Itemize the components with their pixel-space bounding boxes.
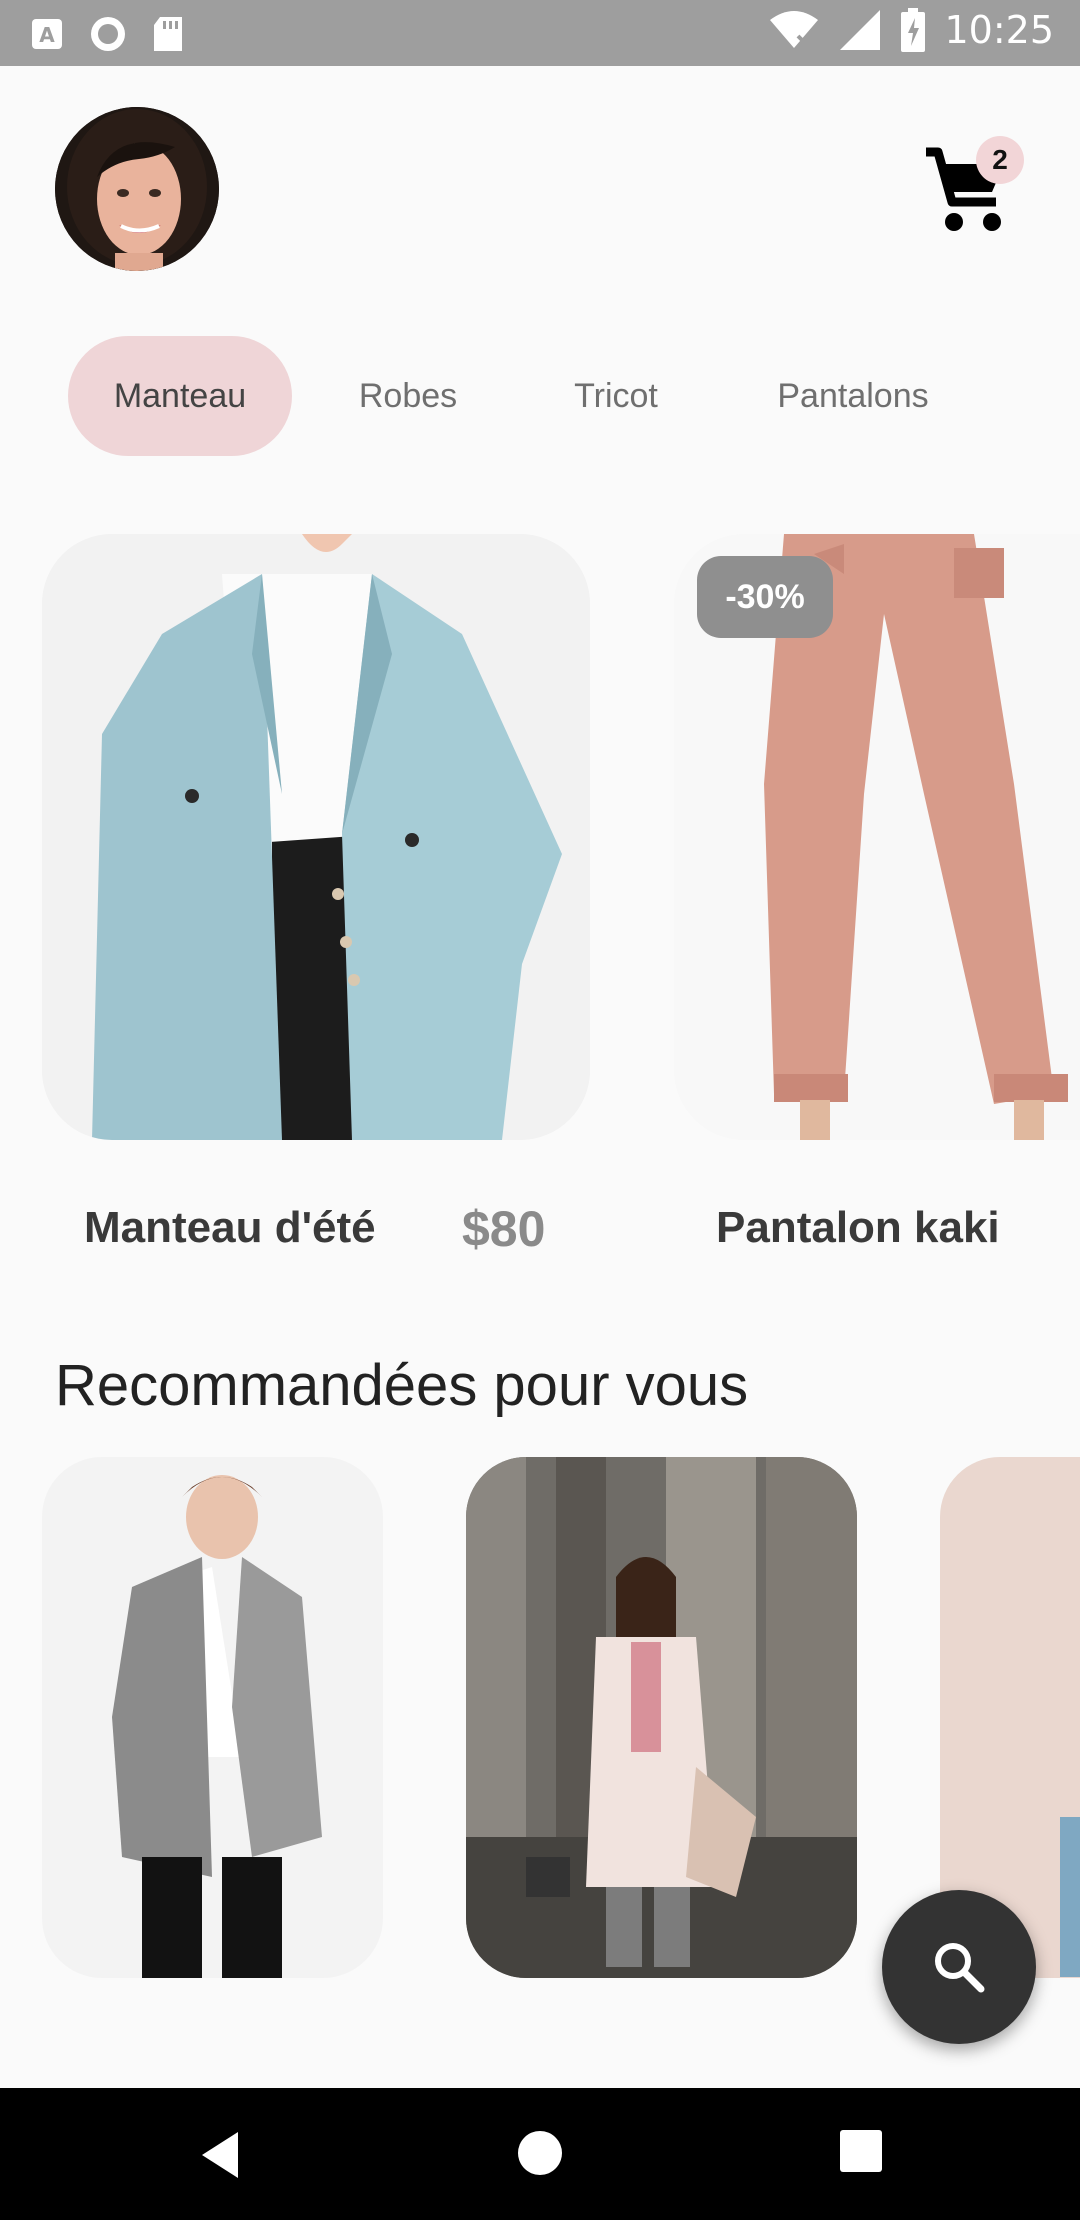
svg-text:A: A	[39, 23, 55, 47]
product-name: Pantalon kaki	[716, 1203, 1000, 1252]
search-icon	[935, 1943, 985, 1993]
battery-icon	[901, 8, 926, 52]
plaid-blazer-photo	[42, 1457, 383, 1978]
status-right-icons: 10:25	[768, 8, 1054, 52]
blue-coat-photo	[42, 534, 590, 1140]
signal-icon	[840, 10, 881, 50]
tab-label: Manteau	[113, 376, 247, 415]
status-bar: A 10:25	[0, 0, 1080, 66]
product-price: $80	[462, 1201, 546, 1257]
section-title: Recommandées pour vous	[55, 1353, 749, 1418]
recents-icon[interactable]	[840, 2130, 882, 2172]
recommendation-card[interactable]	[42, 1457, 383, 1978]
circle-notification-icon	[91, 17, 125, 51]
profile-avatar[interactable]	[55, 107, 219, 271]
tab-label: Robes	[358, 376, 458, 415]
back-icon[interactable]	[198, 2130, 244, 2180]
sd-card-icon	[154, 17, 182, 51]
discount-badge: -30%	[697, 556, 833, 638]
recommendation-card[interactable]	[466, 1457, 857, 1978]
text-notification-icon: A	[32, 19, 62, 49]
tab-tricot[interactable]: Tricot	[546, 336, 686, 456]
featured-card-image[interactable]	[42, 534, 590, 1140]
tab-pantalons[interactable]: Pantalons	[758, 336, 948, 456]
wifi-icon	[770, 11, 819, 50]
pink-coat-street-photo	[466, 1457, 857, 1978]
cart-count-badge: 2	[976, 136, 1024, 184]
home-icon[interactable]	[517, 2130, 563, 2176]
tab-robes[interactable]: Robes	[338, 336, 478, 456]
status-left-icons: A	[30, 14, 184, 54]
tab-label: Pantalons	[777, 376, 929, 415]
status-time: 10:25	[944, 8, 1054, 52]
search-fab[interactable]	[882, 1890, 1036, 2044]
tab-label: Tricot	[574, 376, 658, 415]
avatar-image	[55, 107, 219, 271]
cart-button[interactable]: 2	[922, 132, 1032, 242]
product-name: Manteau d'été	[84, 1203, 376, 1252]
navigation-bar	[0, 2088, 1080, 2220]
tab-manteau[interactable]: Manteau	[68, 336, 292, 456]
